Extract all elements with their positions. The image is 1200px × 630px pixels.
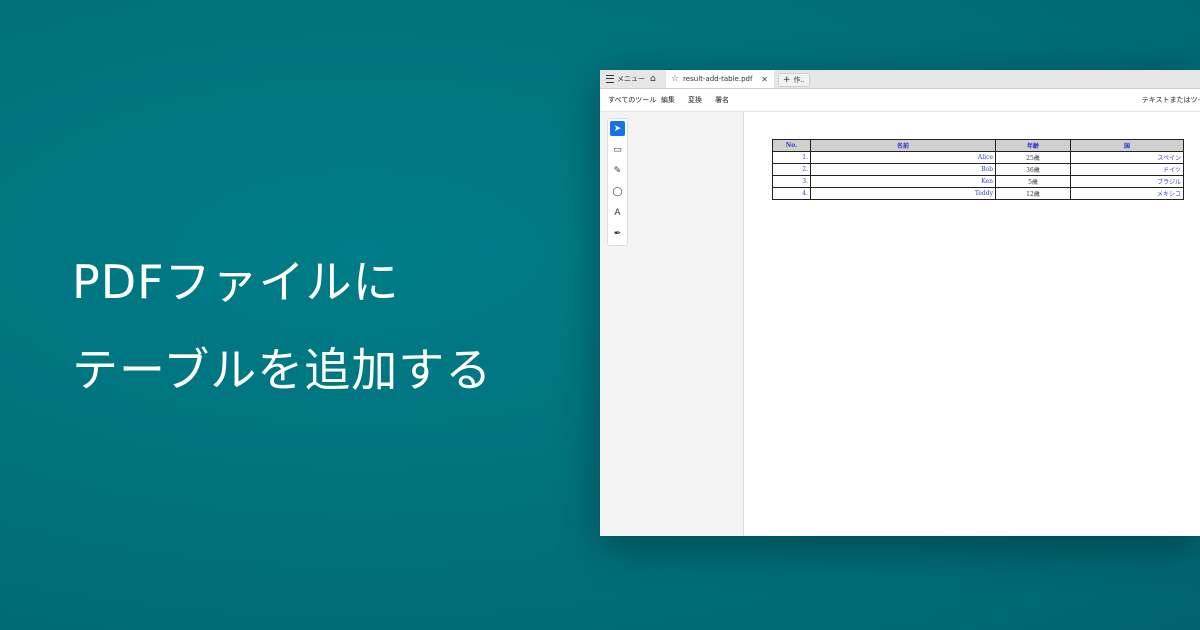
menu-edit[interactable]: 編集 xyxy=(661,95,675,105)
menu-all-tools[interactable]: すべてのツール xyxy=(608,95,656,105)
pdf-table: No. 名前 年齢 国 1. Alice 25歳 スペイン 2. Bob 36歳 xyxy=(772,139,1184,200)
table-cell: 12歳 xyxy=(995,187,1071,200)
table-cell: Teddy xyxy=(810,187,996,200)
left-panel: ➤ ▭ ✎ ◯ A ✒ xyxy=(600,112,744,536)
table-cell: ドイツ xyxy=(1070,163,1184,176)
headline: PDFファイルに テーブルを追加する xyxy=(72,238,492,414)
quick-tools: ➤ ▭ ✎ ◯ A ✒ xyxy=(607,118,628,246)
menu-label: メニュー xyxy=(617,75,645,83)
table-row: 2. Bob 36歳 ドイツ xyxy=(772,163,1184,176)
menu-convert[interactable]: 変換 xyxy=(688,95,702,105)
hamburger-icon xyxy=(606,75,614,83)
table-header: 年齢 xyxy=(995,139,1071,152)
headline-line-2: テーブルを追加する xyxy=(72,343,493,397)
table-cell: 36歳 xyxy=(995,163,1071,176)
tab-title: result-add-table.pdf xyxy=(683,75,753,83)
table-row: 1. Alice 25歳 スペイン xyxy=(772,151,1184,164)
search-tools-field[interactable]: テキストまたはツ- xyxy=(1142,95,1200,105)
table-cell: スペイン xyxy=(1070,151,1184,164)
table-header: No. xyxy=(772,139,811,152)
tab-document[interactable]: ☆ result-add-table.pdf ✕ xyxy=(666,70,774,88)
table-row: 3. Ken 5歳 ブラジル xyxy=(772,175,1184,188)
lasso-tool-icon[interactable]: ◯ xyxy=(610,184,625,199)
table-cell: 3. xyxy=(772,175,811,188)
table-cell: 4. xyxy=(772,187,811,200)
document-area: No. 名前 年齢 国 1. Alice 25歳 スペイン 2. Bob 36歳 xyxy=(744,112,1200,536)
table-header: 名前 xyxy=(810,139,996,152)
comment-tool-icon[interactable]: ▭ xyxy=(610,142,625,157)
pdf-viewer-window: メニュー ⌂ ☆ result-add-table.pdf ✕ + 作.. すべ… xyxy=(600,70,1200,536)
star-icon[interactable]: ☆ xyxy=(671,74,679,84)
menu-button[interactable]: メニュー xyxy=(606,70,645,88)
plus-icon: + xyxy=(783,75,791,85)
text-tool-icon[interactable]: A xyxy=(610,205,625,220)
table-cell: 2. xyxy=(772,163,811,176)
home-icon[interactable]: ⌂ xyxy=(650,70,656,88)
table-cell: Ken xyxy=(810,175,996,188)
draw-tool-icon[interactable]: ✎ xyxy=(610,163,625,178)
table-row: 4. Teddy 12歳 メキシコ xyxy=(772,187,1184,200)
table-cell: 1. xyxy=(772,151,811,164)
sign-tool-icon[interactable]: ✒ xyxy=(610,226,625,241)
headline-line-1: PDFファイルに xyxy=(72,255,400,309)
new-tab-label: 作.. xyxy=(793,76,805,84)
top-toolbar: すべてのツール 編集 変換 署名 テキストまたはツ- xyxy=(600,89,1200,112)
tab-bar: メニュー ⌂ ☆ result-add-table.pdf ✕ + 作.. xyxy=(600,70,1200,89)
menu-sign[interactable]: 署名 xyxy=(715,95,729,105)
table-header: 国 xyxy=(1070,139,1184,152)
select-tool-icon[interactable]: ➤ xyxy=(610,121,625,136)
table-cell: Bob xyxy=(810,163,996,176)
table-cell: 25歳 xyxy=(995,151,1071,164)
new-tab-button[interactable]: + 作.. xyxy=(778,73,810,87)
table-cell: ブラジル xyxy=(1070,175,1184,188)
close-icon[interactable]: ✕ xyxy=(761,75,768,84)
table-cell: メキシコ xyxy=(1070,187,1184,200)
table-cell: Alice xyxy=(810,151,996,164)
table-cell: 5歳 xyxy=(995,175,1071,188)
